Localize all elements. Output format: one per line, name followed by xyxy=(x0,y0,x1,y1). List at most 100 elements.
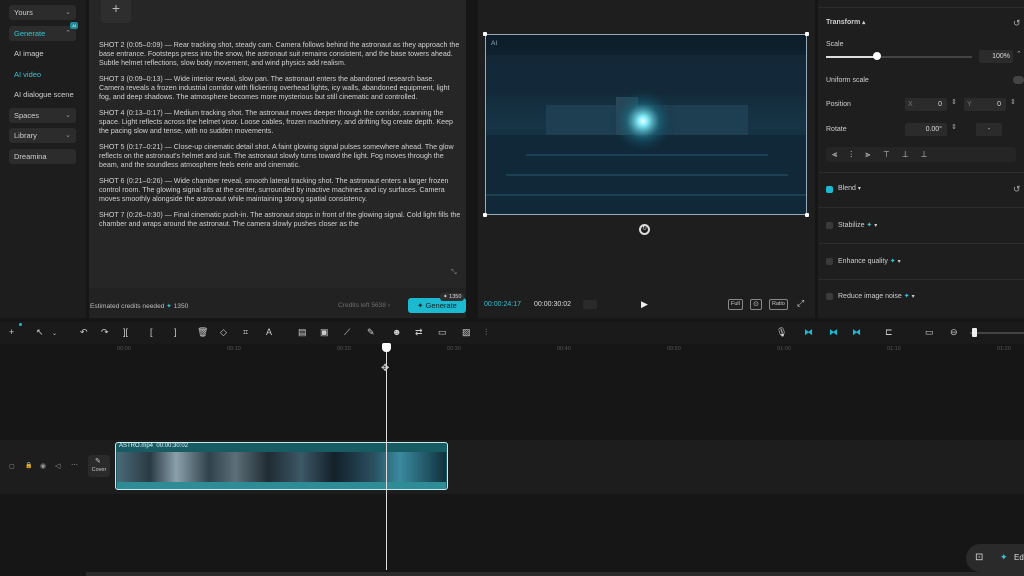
full-button[interactable]: Full xyxy=(728,299,743,310)
video-frame[interactable] xyxy=(485,34,807,215)
resize-handle[interactable] xyxy=(483,213,487,217)
reduce-noise-header[interactable]: Reduce image noise ✦ ▾ xyxy=(838,292,915,300)
transform-icon[interactable]: ⇄ xyxy=(415,327,423,338)
stabilize-checkbox[interactable] xyxy=(826,222,833,229)
stepper-icon[interactable]: ⌃ xyxy=(1016,50,1022,58)
edit-action-label[interactable]: Ed xyxy=(1014,553,1024,562)
delete-icon[interactable]: 🗑 xyxy=(197,327,208,338)
reset-icon[interactable]: ↺ xyxy=(1013,18,1021,29)
clip-name: ASTRO.mp4 xyxy=(119,443,154,449)
snap-icon[interactable]: ⧓ xyxy=(829,327,838,338)
split-right-icon[interactable]: ] xyxy=(174,327,177,337)
scale-input[interactable]: 100% xyxy=(979,50,1013,63)
credits-needed: Estimated credits needed ✦ 1350 xyxy=(90,302,188,310)
stepper-icon[interactable]: ⇕ xyxy=(1010,98,1016,106)
link-main-track-icon[interactable]: ⧓ xyxy=(804,327,813,338)
freeze-icon[interactable]: ▣ xyxy=(320,327,329,338)
resize-handle[interactable] xyxy=(805,213,809,217)
nav-yours[interactable]: Yours ⌄ xyxy=(9,5,76,20)
zoom-slider-knob[interactable] xyxy=(972,328,977,337)
chevron-down-icon[interactable]: ⌄ xyxy=(52,330,57,337)
playhead-line[interactable] xyxy=(386,344,387,570)
zoom-slider[interactable] xyxy=(970,332,1024,334)
blend-header[interactable]: Blend ▾ xyxy=(838,185,861,192)
stepper-icon[interactable]: ⇕ xyxy=(951,123,957,131)
position-y-input[interactable]: Y0 xyxy=(964,98,1006,111)
ai-person-icon[interactable]: ☻ xyxy=(392,327,401,337)
magic-edit-icon[interactable]: ✎ xyxy=(367,327,375,338)
transform-label: Transform xyxy=(826,19,861,26)
resize-handle[interactable] xyxy=(483,32,487,36)
uniform-scale-toggle[interactable] xyxy=(1013,76,1024,84)
uniform-scale-label: Uniform scale xyxy=(826,77,869,84)
feedback-icon[interactable]: ⊡ xyxy=(975,552,983,563)
playhead-handle[interactable] xyxy=(382,343,391,352)
transform-header[interactable]: Transform ▴ xyxy=(826,19,865,26)
speaker-icon[interactable]: ◁ xyxy=(55,462,60,470)
divider xyxy=(818,243,1024,244)
marker-icon[interactable]: ◇ xyxy=(220,327,227,338)
nav-ai-image[interactable]: AI image xyxy=(9,46,76,61)
speed-icon[interactable]: ⟋ xyxy=(344,327,350,338)
stepper-icon[interactable]: ⇕ xyxy=(951,98,957,106)
enhance-quality-checkbox[interactable] xyxy=(826,258,833,265)
nav-generate[interactable]: Generate ⌃ AI xyxy=(9,22,78,41)
fit-timeline-icon[interactable]: ▭ xyxy=(925,327,934,338)
nav-ai-dialogue[interactable]: AI dialogue scene xyxy=(9,87,76,102)
zoom-out-icon[interactable]: ⊖ xyxy=(950,327,958,338)
preview-axis-icon[interactable]: ⊏ xyxy=(885,327,893,338)
resolution-icon[interactable]: ▭ xyxy=(438,327,447,338)
caption-icon[interactable]: ▤ xyxy=(298,327,307,338)
resize-handle[interactable] xyxy=(805,32,809,36)
split-icon[interactable]: ][ xyxy=(123,327,128,337)
redo-icon[interactable]: ↷ xyxy=(101,327,109,338)
stabilize-header[interactable]: Stabilize ✦ ▾ xyxy=(838,221,877,229)
text-to-speech-icon[interactable]: A xyxy=(266,327,272,337)
select-tool-icon[interactable]: ↖ xyxy=(36,327,44,338)
edit-action-icon[interactable]: ✦ xyxy=(1000,552,1008,563)
chevron-down-icon: ▾ xyxy=(857,186,861,192)
resize-icon[interactable]: ⤡ xyxy=(451,269,457,277)
crop-icon[interactable]: ⌗ xyxy=(243,327,248,338)
more-icon[interactable]: ⋯ xyxy=(71,461,78,469)
nav-spaces[interactable]: Spaces ⌄ xyxy=(9,108,76,123)
enhance-quality-header[interactable]: Enhance quality ✦ ▾ xyxy=(838,257,901,265)
eye-icon[interactable]: ◉ xyxy=(40,462,46,470)
track-toggle-icon[interactable]: ▢ xyxy=(9,463,15,470)
undo-icon[interactable]: ↶ xyxy=(80,327,88,338)
lock-icon[interactable]: 🔒 xyxy=(25,462,32,469)
fit-icon[interactable]: ⊙ xyxy=(750,299,762,310)
audio-icon[interactable]: ⫶ xyxy=(485,327,487,338)
nav-library[interactable]: Library ⌄ xyxy=(9,128,76,143)
nav-yours-label: Yours xyxy=(14,8,33,17)
reset-icon[interactable]: ↺ xyxy=(1013,184,1021,195)
credits-left-label: Credits left 5638 xyxy=(338,302,387,309)
waveform-toggle[interactable] xyxy=(583,300,597,309)
ratio-button[interactable]: Ratio xyxy=(769,299,788,310)
position-x-input[interactable]: X0 xyxy=(905,98,947,111)
reduce-noise-checkbox[interactable] xyxy=(826,293,833,300)
shot-paragraph: SHOT 6 (0:21–0:26) — Wide chamber reveal… xyxy=(99,177,449,203)
nav-ai-video[interactable]: AI video xyxy=(9,67,76,82)
rotate-input[interactable]: 0.00° xyxy=(905,123,947,136)
credits-left[interactable]: Credits left 5638 › xyxy=(338,302,390,309)
add-reference-button[interactable]: + xyxy=(101,0,131,23)
shot-paragraph: SHOT 5 (0:17–0:21) — Close-up cinematic … xyxy=(99,143,454,169)
play-icon[interactable]: ▶ xyxy=(641,299,648,310)
split-left-icon[interactable]: [ xyxy=(150,327,153,337)
align-icons[interactable]: ⫷⫶⫸⊤⊥⊥ xyxy=(832,149,940,160)
fullscreen-icon[interactable]: ⤢ xyxy=(797,298,804,309)
flip-button[interactable]: - xyxy=(976,123,1002,136)
rotate-label: Rotate xyxy=(826,126,847,133)
diamond-icon: ✦ xyxy=(889,258,896,265)
shot-paragraph: SHOT 4 (0:13–0:17) — Medium tracking sho… xyxy=(99,109,453,135)
blend-checkbox[interactable] xyxy=(826,186,833,193)
rotate-icon[interactable]: ↻ xyxy=(639,224,650,235)
edit-icon: ✎ xyxy=(95,458,101,465)
nav-dreamina[interactable]: Dreamina xyxy=(9,149,76,164)
microphone-icon[interactable]: 🎙 xyxy=(776,327,787,338)
horizontal-scrollbar[interactable] xyxy=(86,572,1024,576)
image-icon[interactable]: ▨ xyxy=(462,327,471,338)
linkage-icon[interactable]: ⧓ xyxy=(852,327,861,338)
add-track-icon[interactable]: + xyxy=(9,327,14,337)
